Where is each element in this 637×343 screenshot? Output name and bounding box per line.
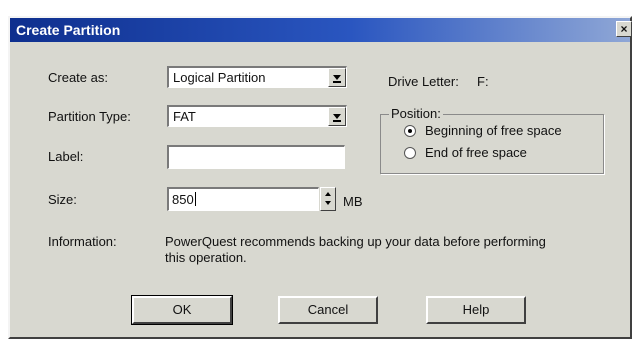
spinner-down-icon[interactable]: [325, 201, 331, 205]
dropdown-bar: [333, 81, 341, 83]
close-button[interactable]: ×: [616, 21, 632, 37]
cancel-button-label: Cancel: [307, 302, 349, 317]
radio-beginning-label[interactable]: Beginning of free space: [425, 123, 562, 138]
create-as-dropdown-button[interactable]: [328, 68, 346, 87]
label-field-label: Label:: [48, 149, 84, 164]
radio-selected-dot: [408, 129, 412, 133]
position-group: Position: Beginning of free space End of…: [380, 106, 604, 174]
dropdown-bar: [333, 120, 341, 122]
partition-type-label: Partition Type:: [48, 109, 131, 124]
label-input[interactable]: [167, 145, 345, 169]
spinner-up-icon[interactable]: [325, 192, 331, 196]
radio-beginning[interactable]: [404, 125, 416, 137]
radio-end-label[interactable]: End of free space: [425, 145, 527, 160]
size-spinner[interactable]: [320, 187, 336, 211]
create-as-dropdown[interactable]: Logical Partition: [167, 66, 347, 88]
ok-button-label: OK: [172, 302, 192, 317]
chevron-down-icon: [333, 114, 341, 119]
size-unit: MB: [343, 194, 363, 209]
title-bar[interactable]: Create Partition ×: [10, 18, 632, 42]
size-input-text: 850: [172, 192, 196, 207]
window-title: Create Partition: [16, 22, 121, 38]
drive-letter-value: F:: [477, 74, 489, 89]
help-button[interactable]: Help: [426, 296, 526, 324]
text-caret: [194, 192, 196, 206]
help-button-label: Help: [462, 302, 490, 317]
create-as-value: Logical Partition: [173, 70, 266, 85]
ok-button[interactable]: OK: [131, 295, 233, 325]
drive-letter-label: Drive Letter:: [388, 74, 459, 89]
information-text-line2: this operation.: [165, 250, 247, 265]
information-text-line1: PowerQuest recommends backing up your da…: [165, 234, 546, 249]
radio-end[interactable]: [404, 147, 416, 159]
partition-type-value: FAT: [173, 109, 196, 124]
position-group-title: Position:: [389, 106, 443, 121]
information-label: Information:: [48, 234, 117, 249]
partition-type-dropdown-button[interactable]: [328, 107, 346, 126]
size-value: 850: [172, 192, 194, 207]
close-icon: ×: [620, 22, 628, 36]
partition-type-dropdown[interactable]: FAT: [167, 105, 347, 127]
cancel-button[interactable]: Cancel: [278, 296, 378, 324]
size-input[interactable]: 850: [167, 187, 319, 211]
size-label: Size:: [48, 192, 77, 207]
create-partition-dialog: Create Partition × Create as: Logical Pa…: [8, 16, 632, 339]
chevron-down-icon: [333, 75, 341, 80]
create-as-label: Create as:: [48, 70, 108, 85]
